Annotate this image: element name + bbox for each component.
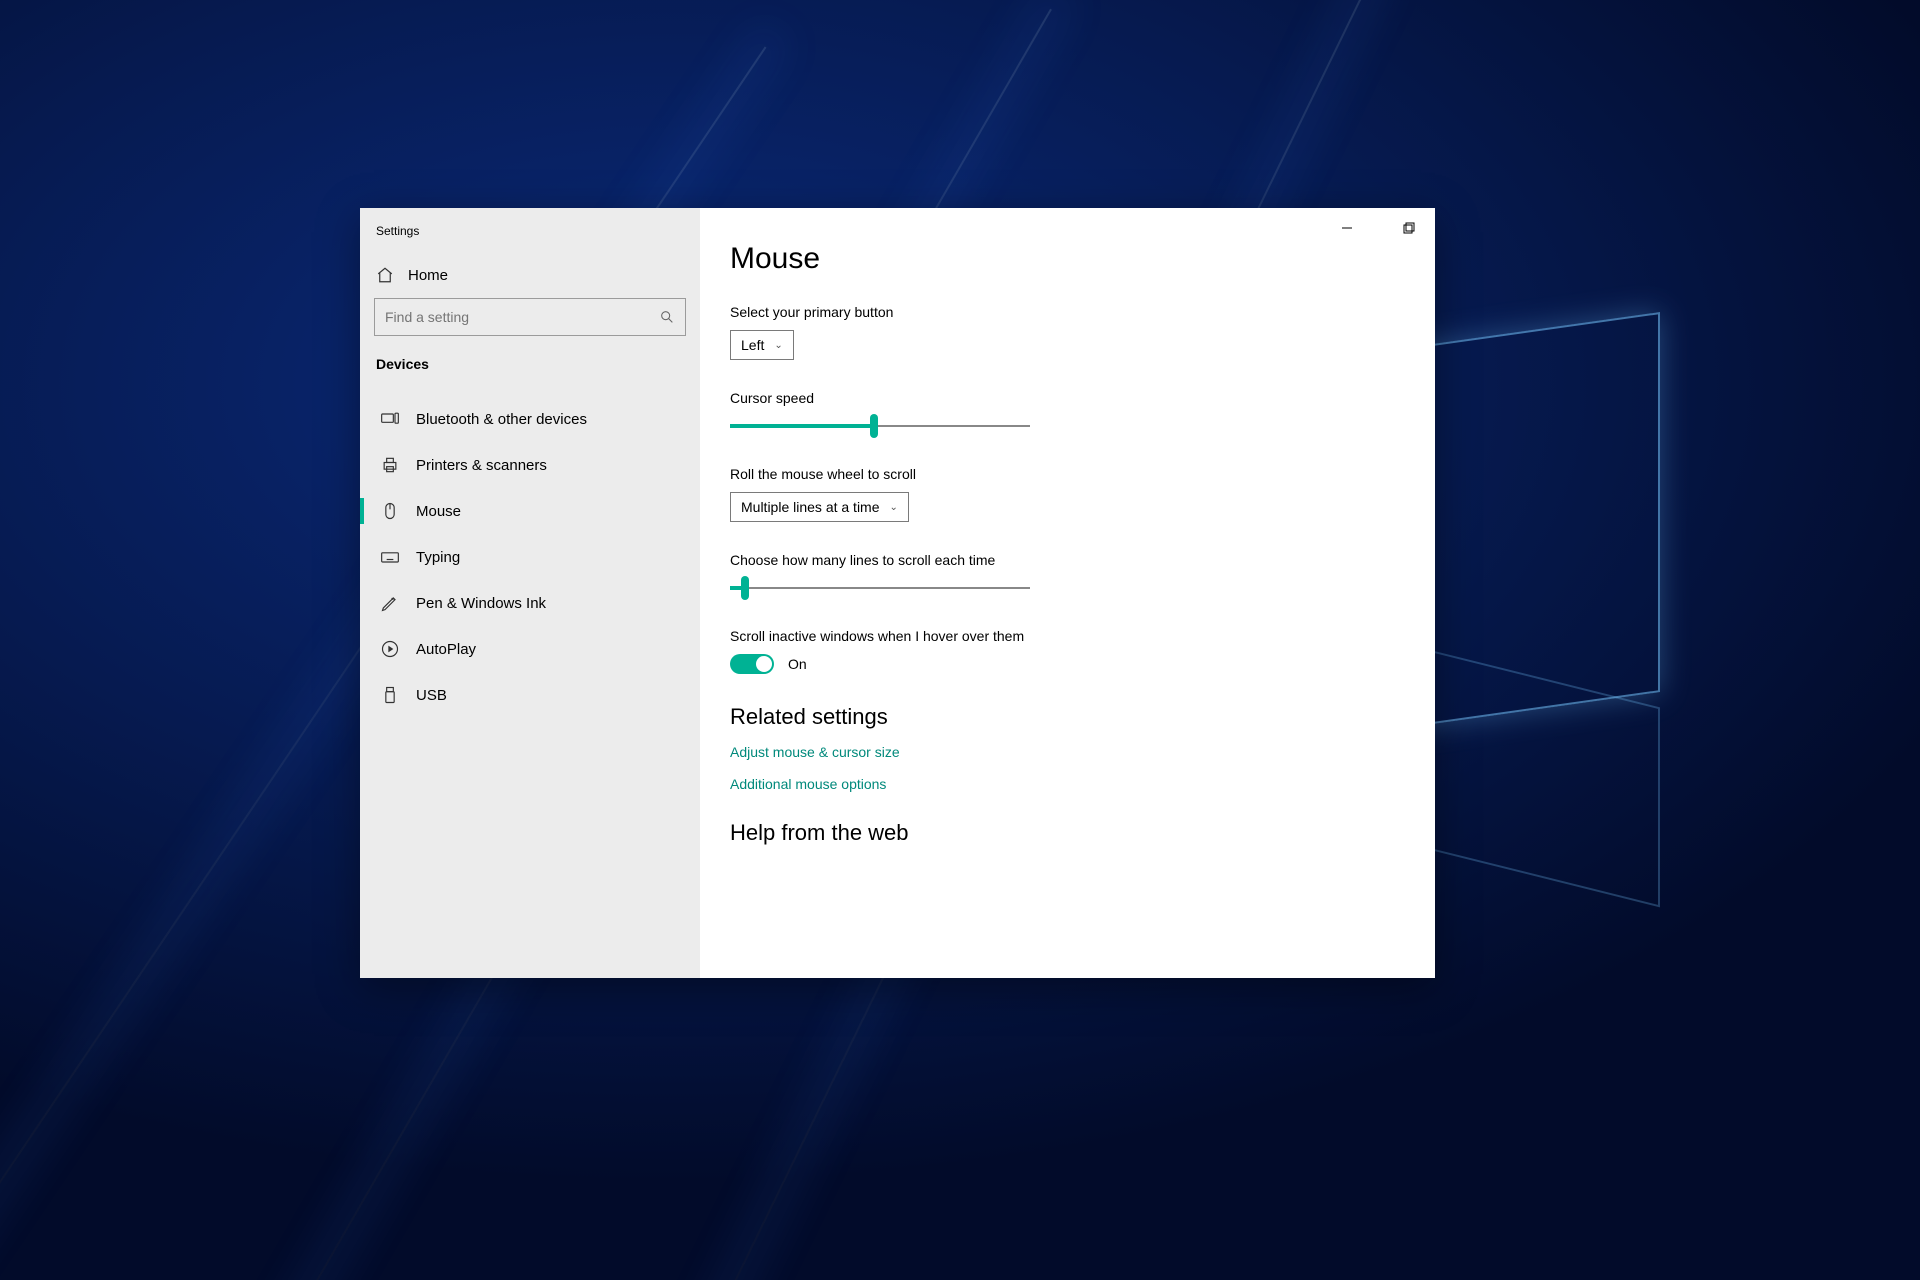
scroll-lines-slider[interactable]: [730, 578, 1030, 598]
sidebar-item-typing[interactable]: Typing: [360, 534, 700, 580]
scroll-mode-section: Roll the mouse wheel to scroll Multiple …: [730, 466, 1395, 522]
chevron-down-icon: ⌄: [774, 340, 782, 351]
search-input[interactable]: [374, 298, 686, 336]
desktop-wallpaper: Settings Home Devices: [0, 0, 1920, 1280]
scroll-inactive-label: Scroll inactive windows when I hover ove…: [730, 628, 1395, 644]
chevron-down-icon: ⌄: [890, 502, 898, 513]
scroll-lines-label: Choose how many lines to scroll each tim…: [730, 552, 1395, 568]
autoplay-icon: [380, 639, 400, 659]
sidebar-item-autoplay[interactable]: AutoPlay: [360, 626, 700, 672]
sidebar-item-pen[interactable]: Pen & Windows Ink: [360, 580, 700, 626]
keyboard-icon: [380, 547, 400, 567]
home-nav[interactable]: Home: [360, 256, 700, 298]
search-icon: [659, 309, 675, 325]
category-heading: Devices: [360, 350, 700, 382]
sidebar-item-label: Typing: [416, 549, 460, 566]
sidebar-item-printers[interactable]: Printers & scanners: [360, 442, 700, 488]
settings-window: Settings Home Devices: [360, 208, 1435, 978]
sidebar-item-label: Printers & scanners: [416, 457, 547, 474]
scroll-inactive-section: Scroll inactive windows when I hover ove…: [730, 628, 1395, 674]
usb-icon: [380, 685, 400, 705]
sidebar-item-label: USB: [416, 687, 447, 704]
primary-button-label: Select your primary button: [730, 304, 1395, 320]
sidebar-item-bluetooth[interactable]: Bluetooth & other devices: [360, 396, 700, 442]
cursor-speed-section: Cursor speed: [730, 390, 1395, 436]
primary-button-section: Select your primary button Left ⌄: [730, 304, 1395, 360]
sidebar: Settings Home Devices: [360, 208, 700, 978]
primary-button-value: Left: [741, 337, 764, 353]
sidebar-item-label: Pen & Windows Ink: [416, 595, 546, 612]
cursor-speed-slider[interactable]: [730, 416, 1030, 436]
sidebar-item-label: AutoPlay: [416, 641, 476, 658]
primary-button-dropdown[interactable]: Left ⌄: [730, 330, 794, 360]
sidebar-item-label: Mouse: [416, 503, 461, 520]
maximize-button[interactable]: [1391, 214, 1427, 242]
minimize-button[interactable]: [1329, 214, 1365, 242]
content-pane: Mouse Select your primary button Left ⌄ …: [700, 208, 1435, 978]
slider-thumb[interactable]: [741, 576, 749, 600]
page-title: Mouse: [730, 242, 1395, 276]
scroll-lines-section: Choose how many lines to scroll each tim…: [730, 552, 1395, 598]
scroll-mode-label: Roll the mouse wheel to scroll: [730, 466, 1395, 482]
window-controls: [1329, 214, 1427, 242]
help-heading: Help from the web: [730, 820, 1395, 846]
search-input-field[interactable]: [385, 309, 659, 325]
link-adjust-cursor-size[interactable]: Adjust mouse & cursor size: [730, 744, 1395, 760]
link-additional-mouse-options[interactable]: Additional mouse options: [730, 776, 1395, 792]
scroll-mode-dropdown[interactable]: Multiple lines at a time ⌄: [730, 492, 909, 522]
window-title: Settings: [360, 216, 700, 256]
slider-thumb[interactable]: [870, 414, 878, 438]
sidebar-item-mouse[interactable]: Mouse: [360, 488, 700, 534]
home-icon: [376, 266, 394, 284]
toggle-state: On: [788, 656, 807, 672]
cursor-speed-label: Cursor speed: [730, 390, 1395, 406]
sidebar-item-usb[interactable]: USB: [360, 672, 700, 718]
sidebar-item-label: Bluetooth & other devices: [416, 411, 587, 428]
home-label: Home: [408, 267, 448, 284]
pen-icon: [380, 593, 400, 613]
scroll-inactive-toggle[interactable]: [730, 654, 774, 674]
sidebar-nav: Bluetooth & other devices Printers & sca…: [360, 396, 700, 718]
printer-icon: [380, 455, 400, 475]
devices-icon: [380, 409, 400, 429]
scroll-mode-value: Multiple lines at a time: [741, 499, 880, 515]
mouse-icon: [380, 501, 400, 521]
related-settings-heading: Related settings: [730, 704, 1395, 730]
